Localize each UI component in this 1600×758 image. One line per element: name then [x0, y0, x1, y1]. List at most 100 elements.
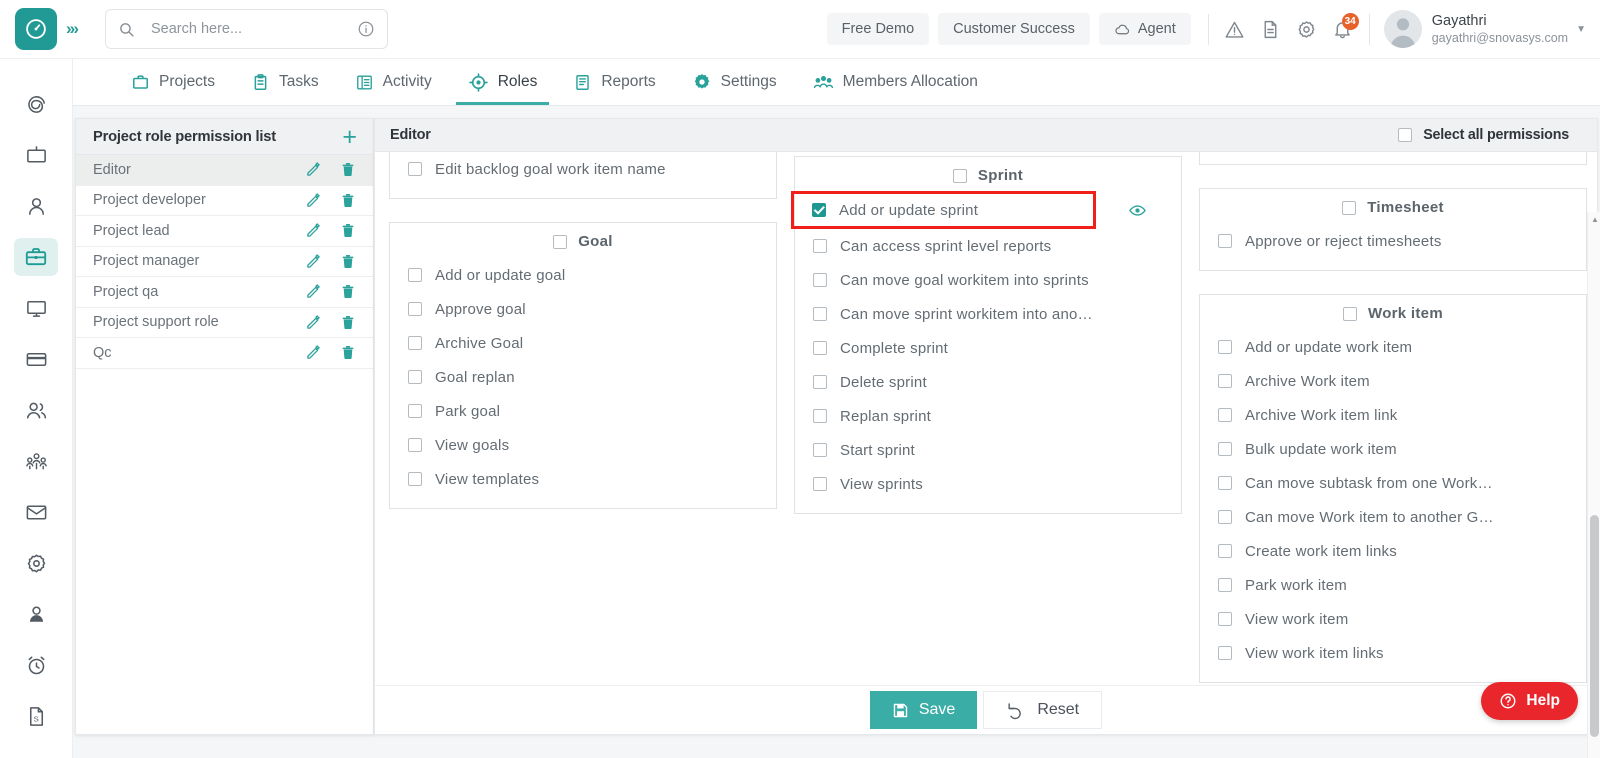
users-icon[interactable] [14, 391, 58, 429]
group-header-goal[interactable]: Goal [390, 233, 776, 250]
tab-projects[interactable]: Projects [113, 59, 233, 105]
trash-icon[interactable] [340, 192, 356, 209]
trash-icon[interactable] [340, 314, 356, 331]
role-row-project-qa[interactable]: Project qa [76, 277, 373, 308]
permission-checkbox[interactable] [1218, 340, 1232, 354]
edit-pencil-icon[interactable] [305, 314, 322, 331]
trash-icon[interactable] [340, 161, 356, 178]
clock-logo-icon[interactable] [15, 8, 57, 50]
permission-item[interactable]: View work item [1200, 602, 1586, 636]
edit-pencil-icon[interactable] [305, 344, 322, 361]
trash-icon[interactable] [340, 222, 356, 239]
chevrons-right-icon[interactable]: ››› [66, 19, 96, 39]
permission-item[interactable]: Can access sprint level reports [795, 229, 1181, 263]
search-input[interactable] [151, 21, 357, 37]
alert-triangle-icon[interactable] [1217, 11, 1253, 47]
permission-checkbox[interactable] [1218, 408, 1232, 422]
tab-settings[interactable]: Settings [674, 59, 795, 105]
permission-checkbox[interactable] [1218, 578, 1232, 592]
permission-checkbox[interactable] [1218, 374, 1232, 388]
reset-button[interactable]: Reset [983, 691, 1103, 729]
edit-pencil-icon[interactable] [305, 192, 322, 209]
page-scrollbar[interactable]: ▲ ▼ [1587, 212, 1600, 758]
permission-item[interactable]: View goals [390, 428, 776, 462]
permission-item[interactable]: Add or update work item [1200, 330, 1586, 364]
permission-checkbox[interactable] [408, 268, 422, 282]
role-row-project-support-role[interactable]: Project support role [76, 308, 373, 338]
person-badge-icon[interactable] [14, 595, 58, 633]
group-header-timesheet[interactable]: Timesheet [1200, 199, 1586, 216]
permission-item[interactable]: Park goal [390, 394, 776, 428]
permission-item[interactable]: Can move subtask from one Work… [1200, 466, 1586, 500]
permission-item[interactable]: View templates [390, 462, 776, 496]
scrollbar-thumb[interactable] [1590, 515, 1599, 737]
permission-checkbox[interactable] [1218, 544, 1232, 558]
credit-card-icon[interactable] [14, 340, 58, 378]
tab-activity[interactable]: Activity [337, 59, 450, 105]
mail-icon[interactable] [14, 493, 58, 531]
help-button[interactable]: Help [1481, 682, 1578, 720]
permission-checkbox[interactable] [813, 239, 827, 253]
permission-checkbox[interactable] [408, 404, 422, 418]
edit-pencil-icon[interactable] [305, 283, 322, 300]
settings-gear-icon[interactable] [14, 544, 58, 582]
permission-checkbox[interactable] [408, 370, 422, 384]
team-group-icon[interactable] [14, 442, 58, 480]
permission-item[interactable]: Approve goal [390, 292, 776, 326]
group-checkbox[interactable] [1342, 200, 1357, 215]
document-icon[interactable] [1253, 11, 1289, 47]
tab-roles[interactable]: Roles [450, 59, 556, 105]
permission-checkbox[interactable] [813, 307, 827, 321]
free-demo-button[interactable]: Free Demo [826, 13, 930, 45]
gear-icon[interactable] [1289, 11, 1325, 47]
permission-item[interactable]: Edit backlog goal work item name [390, 152, 776, 186]
role-row-project-manager[interactable]: Project manager [76, 247, 373, 277]
group-checkbox[interactable] [1343, 306, 1358, 321]
info-circle-icon[interactable] [357, 20, 375, 38]
role-row-project-developer[interactable]: Project developer [76, 186, 373, 216]
permission-checkbox[interactable] [813, 341, 827, 355]
search-box[interactable] [105, 9, 388, 49]
group-checkbox[interactable] [952, 168, 967, 183]
user-icon[interactable] [14, 187, 58, 225]
group-checkbox[interactable] [553, 234, 568, 249]
user-menu[interactable]: Gayathri gayathri@snovasys.com [1383, 10, 1568, 48]
spiral-icon[interactable] [14, 85, 58, 123]
permission-checkbox[interactable] [1218, 646, 1232, 660]
permission-checkbox[interactable] [813, 273, 827, 287]
group-header-work-item[interactable]: Work item [1200, 305, 1586, 322]
permission-checkbox[interactable] [1218, 234, 1232, 248]
edit-pencil-icon[interactable] [305, 161, 322, 178]
edit-pencil-icon[interactable] [305, 253, 322, 270]
chevron-down-icon[interactable]: ▼ [1576, 24, 1586, 35]
agent-button[interactable]: Agent [1098, 13, 1191, 45]
eye-icon[interactable] [1128, 201, 1147, 220]
permission-item[interactable]: Create work item links [1200, 534, 1586, 568]
permission-item[interactable]: Replan sprint [795, 399, 1181, 433]
permission-checkbox[interactable] [1218, 510, 1232, 524]
permission-item[interactable]: Approve or reject timesheets [1200, 224, 1586, 258]
customer-success-button[interactable]: Customer Success [938, 13, 1090, 45]
permission-item[interactable]: Complete sprint [795, 331, 1181, 365]
save-button[interactable]: Save [869, 691, 978, 729]
invoice-icon[interactable]: S [14, 697, 58, 735]
permission-checkbox[interactable] [1218, 476, 1232, 490]
permission-item[interactable]: Archive Work item link [1200, 398, 1586, 432]
permission-item[interactable]: Add or update goal [390, 258, 776, 292]
permission-item[interactable]: Can move sprint workitem into ano… [795, 297, 1181, 331]
permission-item[interactable]: Can move goal workitem into sprints [795, 263, 1181, 297]
permission-item[interactable]: Park work item [1200, 568, 1586, 602]
permission-checkbox[interactable] [408, 302, 422, 316]
permission-item[interactable]: View work item links [1200, 636, 1586, 670]
bell-icon[interactable]: 34 [1325, 11, 1361, 47]
permission-item[interactable]: Delete sprint [795, 365, 1181, 399]
role-row-project-lead[interactable]: Project lead [76, 216, 373, 247]
permission-item[interactable]: Archive Work item [1200, 364, 1586, 398]
tab-reports[interactable]: Reports [555, 59, 673, 105]
trash-icon[interactable] [340, 283, 356, 300]
scroll-up-arrow-icon[interactable]: ▲ [1591, 215, 1599, 224]
alarm-clock-icon[interactable] [14, 646, 58, 684]
role-row-editor[interactable]: Editor [76, 155, 373, 186]
select-all-checkbox[interactable] [1398, 128, 1413, 142]
permission-checkbox[interactable] [408, 162, 422, 176]
